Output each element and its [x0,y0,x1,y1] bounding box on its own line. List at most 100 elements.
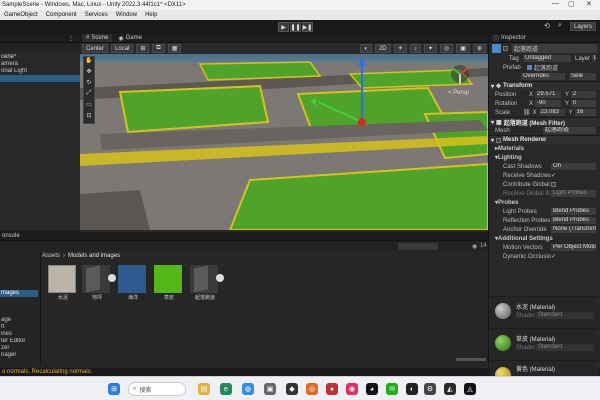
search-icon[interactable]: ⌕ [558,22,562,30]
asset-tile[interactable]: 草皮 [154,265,184,301]
contribute-gi-checkbox[interactable] [551,182,556,187]
object-name-field[interactable]: 起落跑道 [512,44,597,53]
unity-hub-icon[interactable]: ◭ [444,383,456,395]
scene-render[interactable]: < Persp [80,54,488,230]
app-icon[interactable]: ◎ [306,383,318,395]
materials-foldout[interactable]: ▸ Materials [489,144,600,153]
wechat-icon[interactable]: ✉ [386,383,398,395]
move-tool-icon[interactable]: ✥ [84,68,94,79]
mesh-field[interactable]: 起落跑道 [543,127,596,134]
hidden-objects-button[interactable]: ◎ [440,44,454,53]
menu-help[interactable]: Help [145,12,157,18]
menu-component[interactable]: Component [46,12,77,18]
folder-item[interactable]: age [0,317,38,324]
edge-browser-icon[interactable]: e [220,383,232,395]
material-block[interactable]: 水泥 (Material) Shader Standard [490,296,598,328]
taskbar-search-box[interactable]: ⌕ 搜索 [128,382,186,396]
persp-label[interactable]: < Persp [448,90,470,96]
audio-toggle-button[interactable]: ♪ [410,44,422,53]
shading-mode-button[interactable]: ◐ [360,44,372,53]
folder-item[interactable]: zer [0,345,38,352]
shader-dropdown[interactable]: Standard [536,344,594,351]
position-y-field[interactable]: 2 [571,91,596,98]
expand-arrow-icon[interactable] [108,274,116,282]
link-icon[interactable]: ⛓ [523,109,531,116]
layer-dropdown[interactable]: D [592,55,596,62]
tab-console[interactable]: onsole [2,233,20,239]
folder-item[interactable]: ft [0,324,38,331]
expand-arrow-icon[interactable] [216,274,224,282]
menu-window[interactable]: Window [116,12,137,18]
material-block[interactable]: 黄色 (Material) [490,360,598,376]
minimize-icon[interactable]: — [552,0,559,7]
asset-tile[interactable]: 地坪 [82,265,116,301]
grid-snap-button[interactable]: ⊞ [136,44,150,53]
motion-vectors-dropdown[interactable]: Per Object Motion [551,244,596,251]
hierarchy-item[interactable]: onal Light [0,68,80,75]
unity-editor-icon[interactable]: ◬ [464,383,476,395]
overrides-dropdown[interactable]: Overrides [521,73,565,80]
material-block[interactable]: 草皮 (Material) Shader Standard [490,328,598,360]
mesh-filter-header[interactable]: ▾ ▦ 起落跑道 (Mesh Filter) [489,117,600,127]
project-search-input[interactable] [398,243,438,250]
active-checkbox[interactable] [503,46,508,51]
space-dropdown[interactable]: Local [111,44,134,53]
status-message[interactable]: o normals. Recalculating normals. [2,369,92,375]
app-icon[interactable]: ◐ [406,383,418,395]
windows-start-icon[interactable]: ⊞ [108,383,120,395]
shader-dropdown[interactable]: Standard [536,312,594,319]
folder-item[interactable]: ter Editor [0,338,38,345]
app-icon[interactable]: ▣ [264,383,276,395]
folder-item[interactable]: nager [0,352,38,359]
menu-services[interactable]: Services [85,12,108,18]
hand-tool-icon[interactable]: ✋ [84,57,94,68]
menu-gameobject[interactable]: GameObject [4,12,38,18]
light-probes-dropdown[interactable]: Blend Probes [551,208,596,215]
chrome-browser-icon[interactable]: ◍ [242,383,254,395]
2d-toggle-button[interactable]: 2D [374,44,391,53]
prefab-value[interactable]: 起落跑道 [534,63,558,72]
grid-toggle-button[interactable]: ▦ [167,44,182,53]
hierarchy-item[interactable]: amera [0,61,80,68]
app-icon[interactable]: ◉ [346,383,358,395]
breadcrumb-folder[interactable]: Models and images [68,253,120,259]
app-icon[interactable]: ● [326,383,338,395]
close-icon[interactable]: ✕ [586,0,592,8]
play-button[interactable]: ▶ [278,22,289,32]
pivot-dropdown[interactable]: Center [82,44,109,53]
qq-icon[interactable]: ◕ [366,383,378,395]
transform-header[interactable]: ▾ ✥ Transform [489,81,600,90]
cast-shadows-dropdown[interactable]: On [551,163,596,170]
breadcrumb-assets[interactable]: Assets [42,253,60,259]
lighting-toggle-button[interactable]: ☀ [393,44,408,53]
hierarchy-item[interactable] [0,75,80,82]
select-button[interactable]: Sele [569,73,596,80]
camera-settings-button[interactable]: ▣ [456,44,470,53]
app-icon[interactable]: ⚙ [424,383,436,395]
step-button[interactable]: ▶❚ [302,22,313,32]
asset-tile[interactable]: 水泥 [48,265,78,301]
tag-dropdown[interactable]: Untagged [522,55,571,62]
hierarchy-item[interactable]: cene* [0,54,80,61]
tab-game[interactable]: ◉ Game [114,34,146,42]
anchor-override-field[interactable]: None (Transform) [551,226,596,233]
receive-shadows-checkbox[interactable]: ✓ [551,172,556,179]
probes-foldout[interactable]: ▾ Probes [489,198,600,207]
asset-tile[interactable]: 海洋 [118,265,148,301]
tab-scene[interactable]: # Scene [82,34,113,42]
gizmo-center[interactable] [358,118,366,126]
eye-icon[interactable]: ◉ [472,243,477,250]
mesh-renderer-checkbox[interactable] [496,137,502,143]
layers-dropdown[interactable]: Layers [570,22,597,31]
asset-tile[interactable]: 起落跑道 [190,265,224,301]
rotation-y-field[interactable]: 0 [571,100,596,107]
rotation-x-field[interactable]: -90 [535,100,562,107]
scale-x-field[interactable]: 23.083 [538,109,565,116]
folder-item[interactable]: ines [0,331,38,338]
pause-button[interactable]: ❚❚ [290,22,301,32]
gizmos-button[interactable]: ⊕ [472,44,486,53]
mesh-renderer-header[interactable]: ▾ Mesh Renderer [489,135,600,144]
position-x-field[interactable]: 29.571 [535,91,562,98]
effects-toggle-button[interactable]: ✦ [424,44,438,53]
scale-tool-icon[interactable]: ⤢ [84,90,94,101]
